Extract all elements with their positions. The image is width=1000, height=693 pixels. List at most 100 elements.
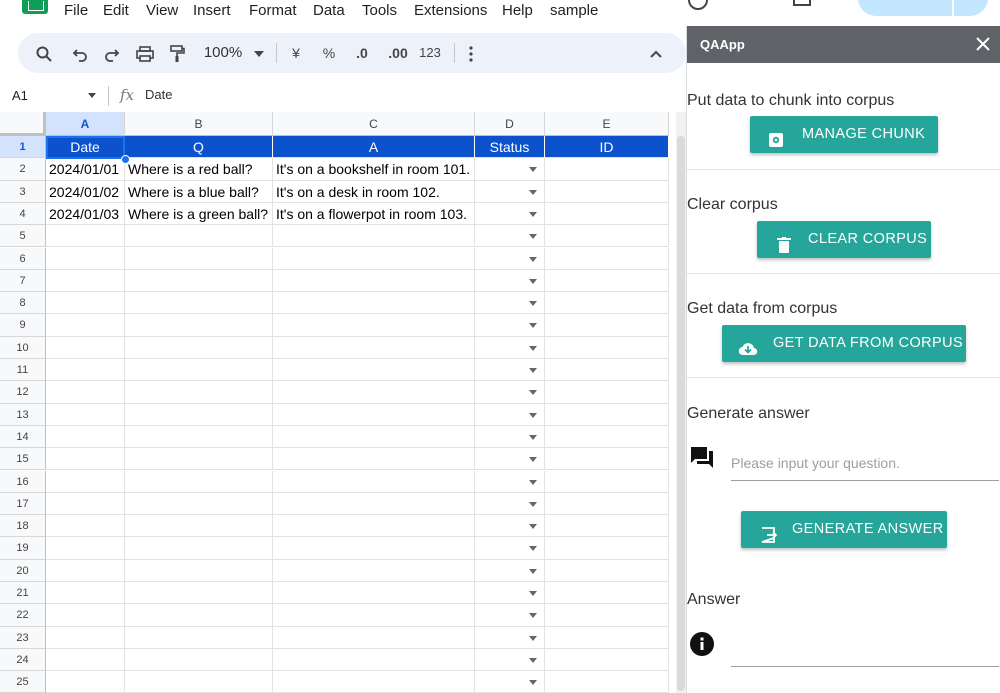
table-cell[interactable] bbox=[125, 425, 273, 449]
status-dropdown-icon[interactable] bbox=[529, 234, 537, 240]
header-cell[interactable]: Q bbox=[125, 136, 273, 159]
paint-format-icon[interactable] bbox=[165, 33, 189, 73]
search-icon[interactable] bbox=[32, 33, 56, 73]
clear-corpus-button[interactable]: CLEAR CORPUS bbox=[757, 221, 931, 258]
menu-edit[interactable]: Edit bbox=[103, 2, 129, 19]
table-cell[interactable] bbox=[545, 448, 669, 471]
table-cell[interactable] bbox=[545, 559, 669, 582]
table-cell[interactable] bbox=[46, 515, 125, 538]
row-header[interactable]: 11 bbox=[0, 359, 46, 382]
menu-sample[interactable]: sample bbox=[550, 2, 598, 19]
row-header[interactable]: 13 bbox=[0, 403, 46, 426]
table-cell[interactable] bbox=[125, 314, 273, 337]
status-dropdown-icon[interactable] bbox=[529, 479, 537, 485]
redo-icon[interactable] bbox=[100, 33, 124, 73]
row-header[interactable]: 25 bbox=[0, 671, 46, 693]
table-cell[interactable] bbox=[545, 202, 669, 226]
column-header-a[interactable]: A bbox=[46, 112, 125, 136]
table-cell[interactable] bbox=[545, 269, 669, 293]
status-dropdown-icon[interactable] bbox=[529, 323, 537, 329]
table-cell[interactable] bbox=[46, 537, 125, 560]
row-header[interactable]: 16 bbox=[0, 470, 46, 493]
table-cell[interactable] bbox=[125, 671, 273, 693]
table-cell[interactable] bbox=[545, 225, 669, 248]
header-cell[interactable]: ID bbox=[545, 136, 669, 159]
table-cell[interactable] bbox=[273, 492, 475, 516]
table-cell[interactable] bbox=[125, 359, 273, 382]
table-cell[interactable] bbox=[545, 359, 669, 382]
manage-chunk-button[interactable]: MANAGE CHUNK bbox=[750, 116, 938, 153]
row-header[interactable]: 24 bbox=[0, 648, 46, 672]
print-icon[interactable] bbox=[133, 33, 157, 73]
table-cell[interactable] bbox=[125, 381, 273, 404]
sheets-logo-icon[interactable] bbox=[22, 0, 48, 14]
table-cell[interactable] bbox=[46, 269, 125, 293]
table-cell[interactable] bbox=[545, 582, 669, 605]
table-cell[interactable] bbox=[545, 470, 669, 493]
row-header[interactable]: 5 bbox=[0, 225, 46, 248]
table-cell[interactable] bbox=[125, 537, 273, 560]
row-header[interactable]: 10 bbox=[0, 336, 46, 359]
table-cell[interactable]: 2024/01/01 bbox=[46, 158, 125, 181]
table-cell[interactable] bbox=[46, 559, 125, 582]
status-dropdown-icon[interactable] bbox=[529, 501, 537, 507]
status-dropdown-icon[interactable] bbox=[529, 345, 537, 351]
table-cell[interactable] bbox=[545, 158, 669, 181]
table-cell[interactable] bbox=[273, 671, 475, 693]
number-format-button[interactable]: 123 bbox=[417, 33, 443, 73]
table-cell[interactable] bbox=[545, 425, 669, 449]
table-cell[interactable] bbox=[125, 403, 273, 426]
status-dropdown-icon[interactable] bbox=[529, 680, 537, 686]
meet-icon[interactable] bbox=[793, 0, 811, 6]
table-cell[interactable] bbox=[545, 247, 669, 270]
row-header[interactable]: 2 bbox=[0, 158, 46, 181]
table-cell[interactable] bbox=[273, 247, 475, 270]
table-cell[interactable] bbox=[46, 359, 125, 382]
table-cell[interactable] bbox=[125, 559, 273, 582]
status-dropdown-icon[interactable] bbox=[529, 189, 537, 195]
status-dropdown-icon[interactable] bbox=[529, 613, 537, 619]
menu-view[interactable]: View bbox=[146, 2, 178, 19]
table-cell[interactable] bbox=[545, 314, 669, 337]
table-cell[interactable] bbox=[46, 582, 125, 605]
status-dropdown-icon[interactable] bbox=[529, 591, 537, 596]
status-dropdown-icon[interactable] bbox=[529, 390, 537, 396]
share-button[interactable] bbox=[858, 0, 988, 16]
table-cell[interactable] bbox=[273, 425, 475, 449]
table-cell[interactable] bbox=[273, 648, 475, 672]
table-cell[interactable] bbox=[545, 180, 669, 203]
table-cell[interactable] bbox=[273, 515, 475, 538]
row-header[interactable]: 22 bbox=[0, 604, 46, 627]
table-cell[interactable]: Where is a red ball? bbox=[125, 158, 273, 181]
collapse-menu-icon[interactable] bbox=[646, 33, 666, 73]
header-cell[interactable]: Status bbox=[475, 136, 545, 159]
table-cell[interactable] bbox=[273, 381, 475, 404]
table-cell[interactable] bbox=[273, 559, 475, 582]
table-cell[interactable] bbox=[46, 671, 125, 693]
column-header-d[interactable]: D bbox=[475, 112, 545, 136]
table-cell[interactable] bbox=[545, 537, 669, 560]
question-input[interactable] bbox=[731, 446, 999, 481]
table-cell[interactable] bbox=[545, 671, 669, 693]
column-header-b[interactable]: B bbox=[125, 112, 273, 136]
column-header-e[interactable]: E bbox=[545, 112, 669, 136]
table-cell[interactable] bbox=[46, 314, 125, 337]
table-cell[interactable] bbox=[273, 604, 475, 627]
row-header[interactable]: 19 bbox=[0, 537, 46, 560]
table-cell[interactable] bbox=[545, 515, 669, 538]
table-cell[interactable] bbox=[125, 492, 273, 516]
table-cell[interactable]: 2024/01/02 bbox=[46, 180, 125, 203]
menu-help[interactable]: Help bbox=[502, 2, 533, 19]
undo-icon[interactable] bbox=[68, 33, 92, 73]
table-cell[interactable] bbox=[46, 381, 125, 404]
table-cell[interactable] bbox=[46, 626, 125, 649]
row-header[interactable]: 1 bbox=[0, 136, 46, 159]
zoom-select[interactable]: 100% bbox=[198, 33, 248, 73]
table-cell[interactable]: 2024/01/03 bbox=[46, 202, 125, 226]
row-header[interactable]: 9 bbox=[0, 314, 46, 337]
table-cell[interactable] bbox=[273, 403, 475, 426]
status-dropdown-icon[interactable] bbox=[529, 524, 537, 530]
table-cell[interactable] bbox=[125, 582, 273, 605]
currency-button[interactable]: ¥ bbox=[286, 33, 306, 73]
status-dropdown-icon[interactable] bbox=[529, 635, 537, 641]
